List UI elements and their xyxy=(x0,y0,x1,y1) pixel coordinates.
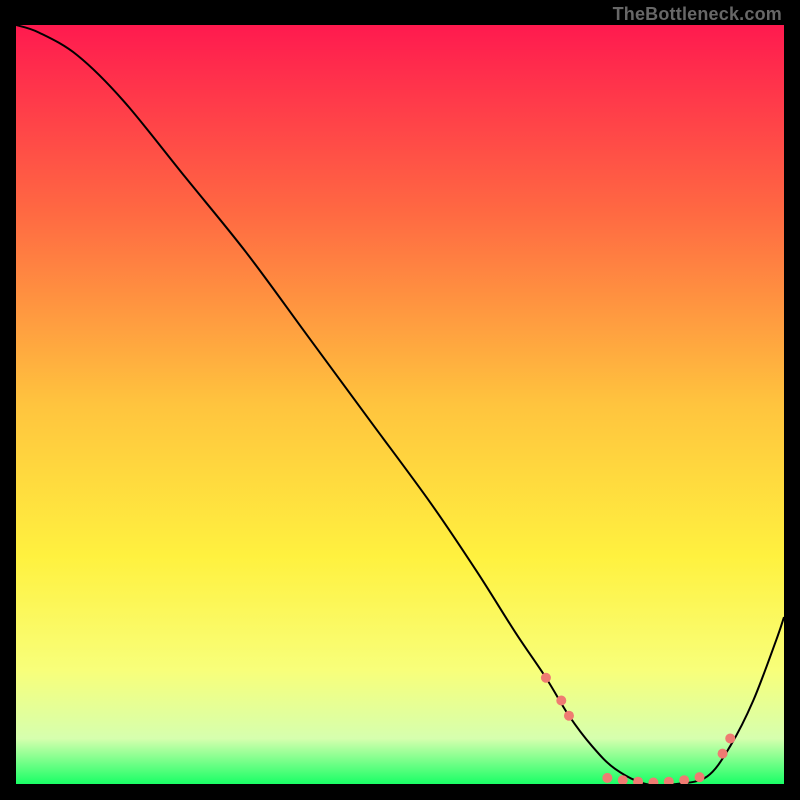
marker-dot xyxy=(602,773,612,783)
marker-dot xyxy=(725,733,735,743)
attribution-text: TheBottleneck.com xyxy=(613,4,782,25)
marker-dot xyxy=(695,772,705,782)
marker-dot xyxy=(718,749,728,759)
chart-plot-area xyxy=(16,25,784,784)
marker-dot xyxy=(541,673,551,683)
bottleneck-chart xyxy=(16,25,784,784)
marker-dot xyxy=(564,711,574,721)
gradient-background xyxy=(16,25,784,784)
marker-dot xyxy=(556,696,566,706)
